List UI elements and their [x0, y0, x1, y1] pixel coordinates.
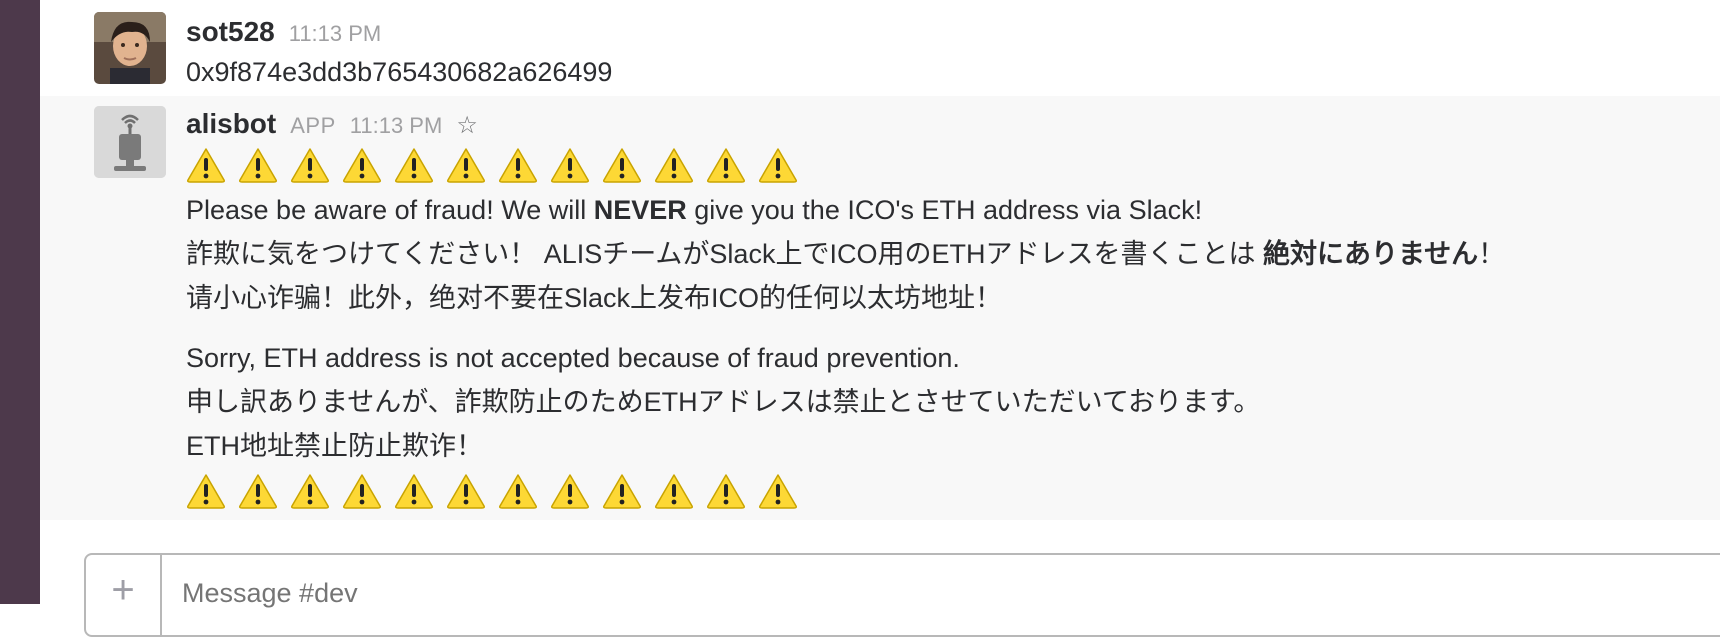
- warning-icon: [446, 147, 486, 183]
- warning-icon: [602, 147, 642, 183]
- message-list: sot528 11:13 PM 0x9f874e3dd3b765430682a6…: [40, 0, 1720, 520]
- warning-icon: [394, 147, 434, 183]
- warning-icon: [186, 473, 226, 509]
- username[interactable]: alisbot: [186, 106, 276, 142]
- warning-line-chinese: 请小心诈骗！此外，绝对不要在Slack上发布ICO的任何以太坊地址！: [186, 283, 1003, 313]
- rejection-line-english: Sorry, ETH address is not accepted becau…: [186, 343, 960, 373]
- message-composer: +: [84, 553, 1720, 637]
- warning-icon: [654, 473, 694, 509]
- warning-emoji-row: [186, 468, 1700, 514]
- warning-icon: [394, 473, 434, 509]
- warning-icon: [342, 147, 382, 183]
- attach-plus-button[interactable]: +: [86, 555, 162, 635]
- bot-avatar[interactable]: [94, 106, 166, 178]
- message-body: alisbot APP 11:13 PM ☆ Please be aware o…: [186, 106, 1700, 514]
- message-body: sot528 11:13 PM 0x9f874e3dd3b765430682a6…: [186, 14, 1700, 94]
- message-header: sot528 11:13 PM: [186, 14, 1700, 50]
- warning-icon: [758, 147, 798, 183]
- timestamp[interactable]: 11:13 PM: [289, 16, 382, 52]
- warning-icon: [550, 147, 590, 183]
- warning-icon: [758, 473, 798, 509]
- user-photo-avatar-icon: [94, 12, 166, 84]
- message-text: 0x9f874e3dd3b765430682a626499: [186, 57, 613, 87]
- username[interactable]: sot528: [186, 14, 275, 50]
- warning-line-japanese: 詐欺に気をつけてください！ ALISチームがSlack上でICO用のETHアドレ…: [186, 239, 1506, 269]
- warning-emoji-row: [186, 142, 1700, 188]
- warning-icon: [498, 473, 538, 509]
- warning-icon: [238, 147, 278, 183]
- warning-icon: [550, 473, 590, 509]
- warning-icon: [706, 147, 746, 183]
- message-input[interactable]: [180, 577, 1584, 610]
- warning-icon: [290, 473, 330, 509]
- warning-icon: [290, 147, 330, 183]
- warning-icon: [238, 473, 278, 509]
- robot-avatar-icon: [94, 106, 166, 178]
- rejection-line-chinese: ETH地址禁止防止欺诈！: [186, 431, 483, 461]
- warning-icon: [446, 473, 486, 509]
- star-outline-icon[interactable]: ☆: [456, 108, 478, 144]
- message-header: alisbot APP 11:13 PM ☆: [186, 106, 1700, 142]
- workspace-sidebar-strip: [0, 0, 40, 604]
- warning-icon: [186, 147, 226, 183]
- message-sot528: sot528 11:13 PM 0x9f874e3dd3b765430682a6…: [40, 0, 1720, 96]
- app-badge: APP: [290, 113, 336, 138]
- timestamp[interactable]: 11:13 PM: [350, 108, 443, 144]
- warning-line-english: Please be aware of fraud! We will NEVER …: [186, 195, 1203, 225]
- rejection-line-japanese: 申し訳ありませんが、詐欺防止のためETHアドレスは禁止とさせていただいております…: [186, 387, 1261, 417]
- warning-icon: [706, 473, 746, 509]
- warning-icon: [498, 147, 538, 183]
- warning-icon: [654, 147, 694, 183]
- warning-icon: [602, 473, 642, 509]
- user-avatar[interactable]: [94, 12, 166, 84]
- warning-icon: [342, 473, 382, 509]
- message-alisbot: alisbot APP 11:13 PM ☆ Please be aware o…: [40, 96, 1720, 520]
